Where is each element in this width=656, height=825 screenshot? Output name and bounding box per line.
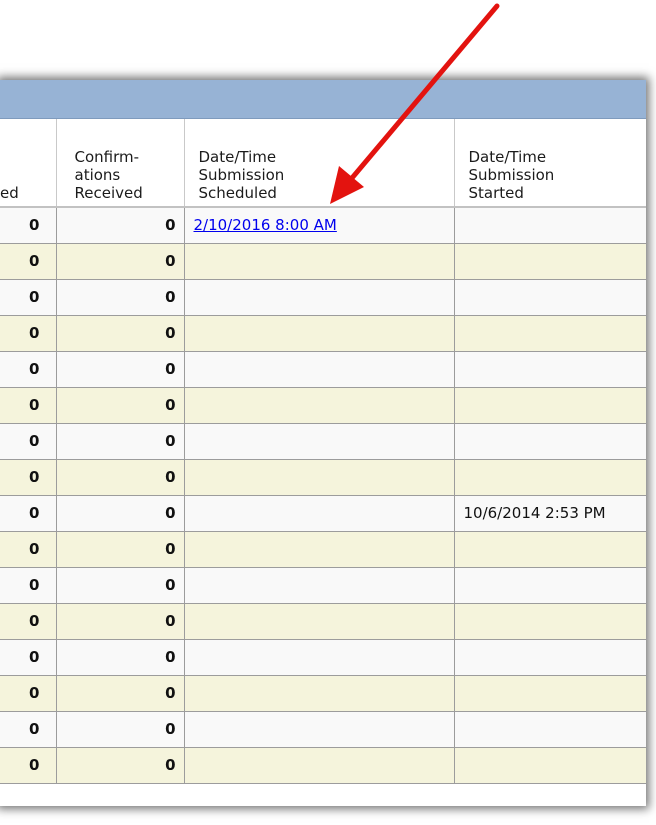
cell-confirmations-received[interactable]: 0 [55, 206, 185, 244]
cell-confirmations-received[interactable]: 0 [55, 386, 185, 424]
window-title-bar[interactable] [0, 80, 646, 119]
cell-submission-started[interactable] [453, 422, 646, 460]
cell-submission-scheduled[interactable] [183, 602, 455, 640]
cell-partial-count[interactable]: 0 [0, 746, 57, 784]
table-row[interactable]: 00 [0, 458, 646, 496]
cell-partial-count[interactable]: 0 [0, 710, 57, 748]
cell-submission-scheduled[interactable] [183, 746, 455, 784]
cell-confirmations-received[interactable]: 0 [55, 458, 185, 496]
cell-confirmations-received[interactable]: 0 [55, 242, 185, 280]
cell-submission-started[interactable]: 10/6/2014 2:53 PM [453, 494, 646, 532]
cell-submission-started[interactable] [453, 314, 646, 352]
cell-confirmations-received[interactable]: 0 [55, 746, 185, 784]
table-row[interactable]: 00 [0, 422, 646, 460]
cell-confirmations-received[interactable]: 0 [55, 422, 185, 460]
table-row[interactable]: 00 [0, 602, 646, 640]
table-row[interactable]: 00 [0, 710, 646, 748]
cell-partial-count[interactable]: 0 [0, 674, 57, 712]
cell-partial-count[interactable]: 0 [0, 422, 57, 460]
cell-submission-started[interactable] [453, 746, 646, 784]
cell-partial-count[interactable]: 0 [0, 278, 57, 316]
cell-confirmations-received[interactable]: 0 [55, 314, 185, 352]
cell-submission-started[interactable] [453, 458, 646, 496]
cell-partial-count[interactable]: 0 [0, 602, 57, 640]
cell-submission-started[interactable] [453, 206, 646, 244]
cell-partial-count[interactable]: 0 [0, 350, 57, 388]
cell-partial-count[interactable]: 0 [0, 494, 57, 532]
cell-submission-started[interactable] [453, 602, 646, 640]
cell-submission-scheduled[interactable] [183, 386, 455, 424]
cell-submission-scheduled[interactable] [183, 638, 455, 676]
cell-submission-started[interactable] [453, 674, 646, 712]
cell-submission-scheduled[interactable] [183, 494, 455, 532]
cell-submission-scheduled[interactable] [183, 458, 455, 496]
table-row[interactable]: 00 [0, 278, 646, 316]
cell-submission-started[interactable] [453, 710, 646, 748]
cell-confirmations-received[interactable]: 0 [55, 638, 185, 676]
table-row[interactable]: 0 0 10/6/2014 2:53 PM [0, 494, 646, 532]
table-row[interactable]: 00 [0, 242, 646, 280]
cell-submission-scheduled[interactable] [183, 422, 455, 460]
cell-partial-count[interactable]: 0 [0, 314, 57, 352]
cell-partial-count[interactable]: 0 [0, 386, 57, 424]
table-row[interactable]: 00 [0, 386, 646, 424]
cell-confirmations-received[interactable]: 0 [55, 278, 185, 316]
cell-submission-scheduled[interactable] [183, 674, 455, 712]
cell-submission-scheduled[interactable] [183, 350, 455, 388]
cell-submission-scheduled[interactable] [183, 278, 455, 316]
cell-confirmations-received[interactable]: 0 [55, 566, 185, 604]
cell-partial-count[interactable]: 0 [0, 458, 57, 496]
cell-submission-started[interactable] [453, 638, 646, 676]
table-row[interactable]: 00 [0, 314, 646, 352]
cell-confirmations-received[interactable]: 0 [55, 350, 185, 388]
cell-confirmations-received[interactable]: 0 [55, 494, 185, 532]
cell-submission-started[interactable] [453, 566, 646, 604]
cell-submission-scheduled[interactable] [183, 242, 455, 280]
column-header-confirmations-received[interactable]: Confirm- ations Received [56, 119, 185, 208]
cell-submission-started[interactable] [453, 386, 646, 424]
cell-submission-started[interactable] [453, 530, 646, 568]
column-header-date-time-submission-started[interactable]: Date/Time Submission Started [454, 119, 646, 208]
cell-confirmations-received[interactable]: 0 [55, 530, 185, 568]
scheduled-datetime-link[interactable]: 2/10/2016 8:00 AM [194, 216, 337, 234]
cell-submission-scheduled[interactable] [183, 710, 455, 748]
table-row[interactable]: 00 [0, 638, 646, 676]
table-row[interactable]: 00 [0, 530, 646, 568]
cell-submission-started[interactable] [453, 242, 646, 280]
header-row: ed Confirm- ations Received Date/Time Su… [0, 119, 646, 208]
table-row[interactable]: 00 [0, 746, 646, 784]
cell-submission-scheduled[interactable]: 2/10/2016 8:00 AM [183, 206, 455, 244]
cell-partial-count[interactable]: 0 [0, 638, 57, 676]
cell-partial-count[interactable]: 0 [0, 566, 57, 604]
column-header-date-time-submission-scheduled[interactable]: Date/Time Submission Scheduled [184, 119, 455, 208]
cell-partial-count[interactable]: 0 [0, 206, 57, 244]
table-row[interactable]: 0 0 2/10/2016 8:00 AM [0, 206, 646, 244]
cell-submission-scheduled[interactable] [183, 314, 455, 352]
table-row[interactable]: 00 [0, 350, 646, 388]
cell-submission-scheduled[interactable] [183, 566, 455, 604]
grid-window: ed Confirm- ations Received Date/Time Su… [0, 80, 646, 806]
cell-partial-count[interactable]: 0 [0, 530, 57, 568]
cell-partial-count[interactable]: 0 [0, 242, 57, 280]
table-row[interactable]: 00 [0, 674, 646, 712]
cell-submission-started[interactable] [453, 350, 646, 388]
submissions-grid: ed Confirm- ations Received Date/Time Su… [0, 119, 646, 784]
column-header-partial[interactable]: ed [0, 119, 57, 208]
cell-confirmations-received[interactable]: 0 [55, 710, 185, 748]
table-row[interactable]: 00 [0, 566, 646, 604]
cell-confirmations-received[interactable]: 0 [55, 674, 185, 712]
cell-confirmations-received[interactable]: 0 [55, 602, 185, 640]
cell-submission-started[interactable] [453, 278, 646, 316]
cell-submission-scheduled[interactable] [183, 530, 455, 568]
